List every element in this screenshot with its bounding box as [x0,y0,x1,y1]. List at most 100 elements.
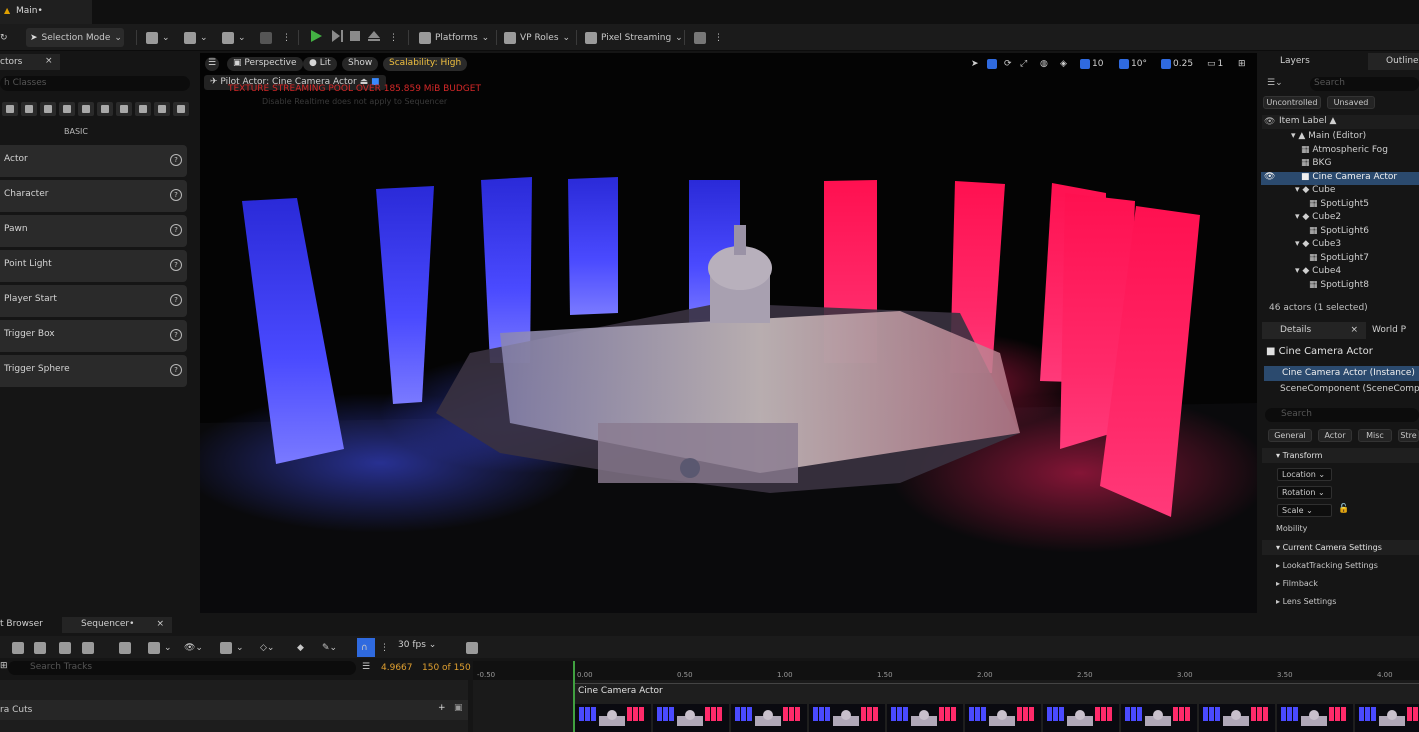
content-browser-tab[interactable]: t Browser [0,617,43,633]
world-space-icon[interactable]: ◍ [1040,57,1048,71]
outliner-row-cine-camera-actor[interactable]: ■ Cine Camera Actor 👁 [1261,171,1419,185]
find-asset-icon[interactable] [30,638,50,657]
all-classes-icon[interactable] [135,102,151,116]
actor-item-character[interactable]: Character? [0,180,187,212]
outliner-row-cube2[interactable]: ▾ ◆ Cube2 [1261,212,1419,225]
playback-options-icon[interactable]: ⌄ [216,638,248,657]
grid-snap-button[interactable]: 10 [1080,57,1103,71]
unsaved-filter[interactable]: Unsaved [1327,96,1375,109]
help-icon[interactable]: ? [170,224,182,236]
scale-dropdown[interactable]: Scale ⌄ [1277,504,1332,517]
location-dropdown[interactable]: Location ⌄ [1277,468,1332,481]
selection-mode-dropdown[interactable]: ➤ Selection Mode ⌄ [26,28,124,47]
lit-button[interactable]: ● Lit [303,57,337,71]
curve-editor-icon[interactable]: ✎⌄ [318,638,341,657]
help-icon[interactable]: ? [170,329,182,341]
outliner-tab[interactable]: Outliner [1368,53,1419,70]
lookat-section[interactable]: ▸ LookatTracking Settings [1262,561,1419,570]
cinematic-icon[interactable] [59,102,75,116]
rotation-snap-button[interactable]: 10° [1119,57,1147,71]
scalability-button[interactable]: Scalability: High [383,57,468,71]
rotate-tool-icon[interactable]: ⟳ [1004,57,1012,71]
fps-dropdown[interactable]: 30 fps ⌄ [398,640,436,650]
close-icon[interactable]: × [156,619,164,629]
outliner-row-spotlight8[interactable]: ▦ SpotLight8 [1261,280,1419,293]
more-options-icon[interactable]: ⋮ [278,28,295,47]
layout-icon[interactable]: ⊞ [1238,57,1246,71]
actor-item-actor[interactable]: Actor? [0,145,187,177]
help-icon[interactable]: ? [170,154,182,166]
level-tab[interactable]: ▲ Main• [0,0,92,24]
geometry-icon[interactable] [97,102,113,116]
wrench-icon[interactable]: ⌄ [144,638,176,657]
details-search-input[interactable]: Search [1265,408,1419,422]
actor-filter[interactable]: Actor [1318,429,1352,442]
timeline-zoom-icon[interactable] [462,638,482,657]
visibility-icon[interactable]: 👁 [1264,172,1275,182]
actor-item-trigger-sphere[interactable]: Trigger Sphere? [0,355,187,387]
outliner-row-atmospheric-fog[interactable]: ▦ Atmospheric Fog [1261,145,1419,158]
snap-options-icon[interactable]: ⋮ [376,638,393,657]
rotation-dropdown[interactable]: Rotation ⌄ [1277,486,1332,499]
filmback-section[interactable]: ▸ Filmback [1262,579,1419,588]
lock-icon[interactable]: 🔓 [1338,504,1349,514]
help-icon[interactable]: ? [170,294,182,306]
step-icon[interactable] [330,29,344,43]
snap-magnet-icon[interactable]: ∩ [357,638,375,657]
actor-item-pawn[interactable]: Pawn? [0,215,187,247]
filter-icon[interactable]: ☰ [362,662,370,672]
scale-tool-icon[interactable]: ⤢ [1020,57,1027,71]
view-options-icon[interactable]: 👁⌄ [180,638,207,657]
render-button[interactable] [690,28,710,47]
search-classes-input[interactable]: h Classes [0,76,190,91]
help-icon[interactable]: ? [170,189,182,201]
details-tab[interactable]: Details × [1262,322,1366,339]
blueprint-button[interactable]: ⌄ [180,28,212,47]
outliner-row-cube3[interactable]: ▾ ◆ Cube3 [1261,239,1419,252]
level-viewport[interactable] [200,53,1257,613]
transform-section[interactable]: ▾ Transform [1262,448,1419,463]
search-tracks-input[interactable]: Search Tracks [8,661,356,675]
world-settings-tab[interactable]: World P [1372,322,1406,335]
outliner-row-spotlight7[interactable]: ▦ SpotLight7 [1261,253,1419,266]
surface-snap-icon[interactable]: ◈ [1060,57,1067,71]
shapes-icon[interactable] [154,102,170,116]
lights-icon[interactable] [40,102,56,116]
platforms-dropdown[interactable]: Platforms ⌄ [415,28,493,47]
pixel-streaming-dropdown[interactable]: Pixel Streaming ⌄ [581,28,687,47]
perspective-button[interactable]: ▣ Perspective [227,57,303,71]
current-time[interactable]: 4.9667 [381,663,413,673]
component-row[interactable]: SceneComponent (SceneComp [1280,384,1419,394]
outliner-search-input[interactable]: Search [1310,77,1419,91]
track-options-icon[interactable]: ▣ [454,703,463,713]
viewport-menu-icon[interactable]: ☰ [205,57,220,71]
save-sequence-icon[interactable] [8,638,28,657]
stop-icon[interactable] [348,29,362,43]
camera-speed-button[interactable]: ▭ 1 [1207,57,1223,71]
add-track-icon[interactable]: ⊞ [0,661,8,671]
eject-icon[interactable] [367,29,381,43]
show-button[interactable]: Show [342,57,379,71]
close-icon[interactable]: × [1350,325,1358,335]
actor-item-player-start[interactable]: Player Start? [0,285,187,317]
sequencer-tab[interactable]: Sequencer• × [62,617,172,633]
playhead[interactable] [573,661,575,732]
instance-row[interactable]: Cine Camera Actor (Instance) [1264,366,1419,381]
outliner-row-cube4[interactable]: ▾ ◆ Cube4 [1261,266,1419,279]
cinematics-button[interactable]: ⌄ [218,28,250,47]
add-icon[interactable]: + [438,703,446,713]
streaming-filter[interactable]: Stre [1398,429,1419,442]
volumes-icon[interactable] [116,102,132,116]
key-auto-icon[interactable]: ◆ [293,638,308,657]
actor-item-trigger-box[interactable]: Trigger Box? [0,320,187,352]
camera-cuts-track[interactable] [0,700,468,720]
clapper-icon[interactable] [78,638,98,657]
basic-icon[interactable] [21,102,37,116]
visual-effects-icon[interactable] [78,102,94,116]
misc-filter[interactable]: Misc [1358,429,1392,442]
save-icon[interactable]: ↻ [0,28,12,47]
filter-icon[interactable]: ☰⌄ [1267,78,1283,88]
scale-snap-button[interactable]: 0.25 [1161,57,1193,71]
uncontrolled-filter[interactable]: Uncontrolled [1263,96,1321,109]
recent-icon[interactable] [2,102,18,116]
